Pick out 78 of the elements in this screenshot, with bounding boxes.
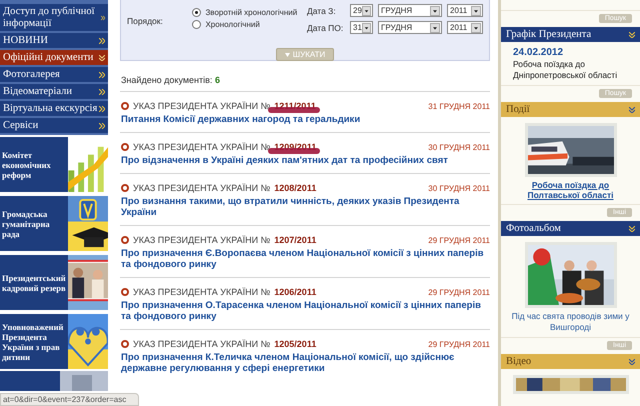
- nav-menu-item[interactable]: Відеоматеріали: [0, 84, 108, 101]
- month-select[interactable]: ГРУДНЯ: [378, 4, 442, 17]
- document-link[interactable]: Про визнання такими, що втратили чинність, деяких указів Президента України: [121, 196, 490, 218]
- radio-label: Хронологічний: [205, 20, 260, 29]
- banner[interactable]: Комітет економічних реформ: [0, 137, 108, 194]
- day-select[interactable]: 29: [350, 4, 373, 17]
- document-date: 30 ГРУДНЯ 2011: [428, 142, 490, 152]
- bullet-icon: [121, 184, 129, 192]
- document-type: УКАЗ ПРЕЗИДЕНТА УКРАЇНИ №: [133, 287, 270, 297]
- event-link[interactable]: Робоча поїздка до Полтавської області: [501, 180, 640, 204]
- chevron-down-icon: [629, 106, 635, 112]
- photo-caption[interactable]: Під час свята проводів зими у Вишгороді: [501, 311, 640, 337]
- document-link[interactable]: Про призначення Є.Воропаєва членом Національної комісії з цінних паперів та фондового ринку: [121, 248, 490, 270]
- bullet-icon: [121, 340, 129, 348]
- document-number: 1207/2011: [274, 235, 316, 245]
- document-date: 31 ГРУДНЯ 2011: [428, 102, 490, 110]
- nav-menu-item[interactable]: Доступ до публічної інформації: [0, 0, 108, 33]
- banner[interactable]: Уповноважений Президента України з прав дитини: [0, 314, 108, 371]
- document-link[interactable]: Про відзначення в Україні деяких пам'ятних дат та професійних свят: [121, 155, 448, 166]
- chevron-down-icon: [99, 54, 105, 60]
- event-date: 24.02.2012: [512, 46, 564, 58]
- banner[interactable]: Президентський кадровий резерв: [0, 255, 108, 312]
- document-type: УКАЗ ПРЕЗИДЕНТА УКРАЇНИ №: [133, 142, 270, 152]
- nav-menu-item[interactable]: НОВИНИ: [0, 33, 108, 50]
- chevron-right-icon: [99, 38, 105, 44]
- document-number: 1208/2011: [274, 183, 316, 193]
- nav-menu-item[interactable]: Віртуальна екскурсія: [0, 101, 108, 118]
- document-date: 29 ГРУДНЯ 2011: [428, 340, 490, 348]
- bullet-icon: [121, 143, 129, 151]
- document-date: 30 ГРУДНЯ 2011: [428, 184, 490, 192]
- radio-button[interactable]: [192, 20, 202, 29]
- document-date: 29 ГРУДНЯ 2011: [428, 288, 490, 296]
- bullet-icon: [121, 288, 129, 296]
- banner-title: Громадська гуманітарна рада: [1, 208, 51, 238]
- document-link[interactable]: Про призначення К.Теличка членом Національної комісії, що здійснює державне регулювання у сфері енергетики: [121, 352, 490, 374]
- bullet-icon: [121, 102, 129, 110]
- chevron-right-icon: [99, 88, 105, 94]
- document-type: УКАЗ ПРЕЗИДЕНТА УКРАЇНИ №: [133, 101, 270, 111]
- radio-label: Зворотній хронологічний: [205, 8, 298, 17]
- nav-menu-item[interactable]: Фотогалерея: [0, 67, 108, 84]
- document-number: 1206/2011: [274, 287, 316, 297]
- section-title: Фотоальбом: [506, 223, 561, 234]
- order-label: Порядок:: [127, 15, 164, 28]
- banner[interactable]: Громадська гуманітарна рада: [0, 196, 108, 253]
- year-select[interactable]: 2011: [447, 21, 483, 34]
- section-title: Відео: [506, 356, 532, 367]
- status-url: at=0&dir=0&event=237&order=asc: [3, 395, 126, 404]
- year-select[interactable]: 2011: [447, 4, 483, 17]
- nav-menu-item[interactable]: Сервіси: [0, 118, 108, 135]
- chevron-right-icon: [99, 122, 105, 128]
- chevron-down-icon: [629, 32, 635, 38]
- document-link[interactable]: Питання Комісії державних нагород та геральдики: [121, 114, 360, 125]
- banner-title: Уповноважений Президента України з прав дитини: [1, 322, 64, 362]
- document-type: УКАЗ ПРЕЗИДЕНТА УКРАЇНИ №: [133, 235, 270, 245]
- document-type: УКАЗ ПРЕЗИДЕНТА УКРАЇНИ №: [133, 183, 270, 193]
- chevron-right-icon: [100, 15, 105, 21]
- caret-icon: [284, 52, 290, 56]
- chevron-right-icon: [99, 72, 105, 78]
- section-title: Події: [506, 104, 530, 115]
- chevron-down-icon: [629, 358, 635, 364]
- date-label: Дата З:: [307, 6, 337, 16]
- bullet-icon: [121, 236, 129, 244]
- date-label: Дата ПО:: [307, 22, 344, 32]
- document-date: 29 ГРУДНЯ 2011: [428, 236, 490, 244]
- section-title: Графік Президента: [506, 29, 592, 40]
- chevron-down-icon: [629, 226, 635, 232]
- results-count: Знайдено документів: 6: [121, 75, 221, 85]
- nav-menu-item[interactable]: Офіційні документи: [0, 50, 108, 67]
- document-number: 1205/2011: [274, 339, 316, 349]
- document-type: УКАЗ ПРЕЗИДЕНТА УКРАЇНИ №: [133, 339, 270, 349]
- banner-title: Президентський кадровий резерв: [1, 272, 67, 292]
- document-link[interactable]: Про призначення О.Тарасенка членом Національної комісії з цінних паперів та фондового ринку: [121, 300, 490, 322]
- day-select[interactable]: 31: [350, 21, 373, 34]
- event-text: Робоча поїздка до Дніпропетровської області: [512, 58, 618, 82]
- radio-button[interactable]: [192, 8, 202, 17]
- month-select[interactable]: ГРУДНЯ: [378, 21, 442, 34]
- chevron-right-icon: [99, 106, 105, 112]
- banner-title: Комітет економічних реформ: [1, 150, 52, 180]
